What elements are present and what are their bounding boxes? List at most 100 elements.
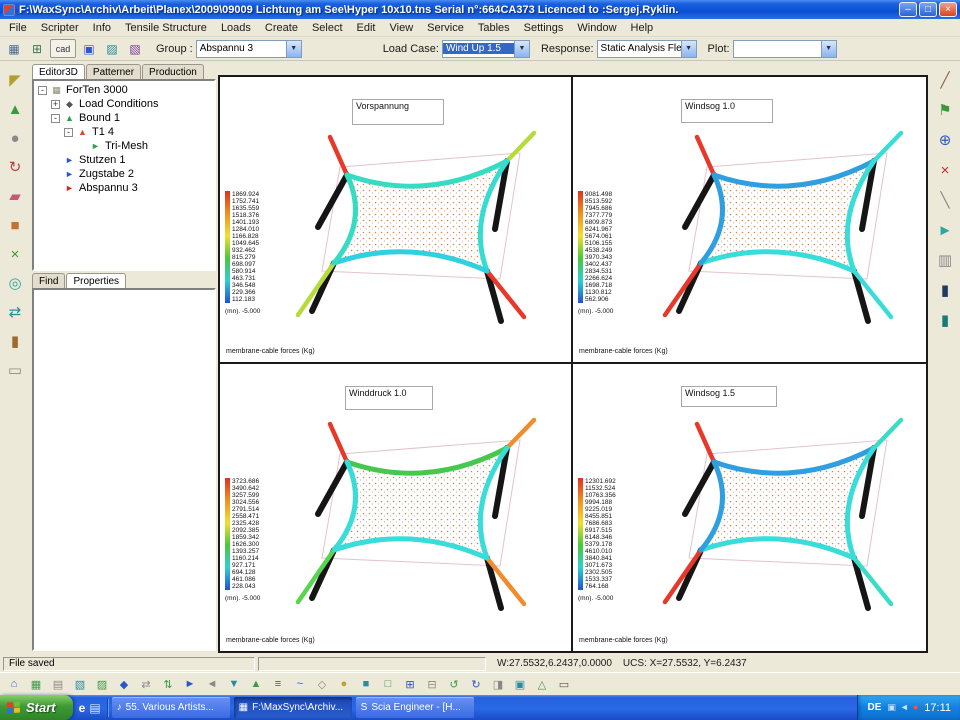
home-icon[interactable]: ⌂ — [4, 675, 24, 693]
tree-item-forten-3000[interactable]: -▦ForTen 3000 — [34, 83, 214, 97]
table-icon[interactable]: ▤ — [48, 675, 68, 693]
up-down-icon[interactable]: ⇅ — [158, 675, 178, 693]
taskbar-item-scia-engineer-h[interactable]: SScia Engineer - [H... — [356, 697, 474, 718]
tab-properties[interactable]: Properties — [66, 273, 126, 288]
properties-panel[interactable] — [32, 288, 216, 651]
tree-item-stutzen-1[interactable]: ►Stutzen 1 — [34, 153, 214, 167]
back-icon[interactable]: ◄ — [202, 675, 222, 693]
titlebar[interactable]: F:\WaxSync\Archiv\Arbeit\Planex\2009\090… — [0, 0, 960, 19]
expand-icon[interactable]: + — [51, 100, 60, 109]
menu-tables[interactable]: Tables — [471, 20, 517, 36]
nodes-icon[interactable]: ⊞ — [27, 39, 47, 58]
internet-explorer-icon[interactable]: e — [79, 701, 86, 715]
menu-info[interactable]: Info — [86, 20, 118, 36]
sphere-icon[interactable]: ● — [3, 127, 27, 149]
chevron-down-icon[interactable]: ▼ — [821, 41, 836, 57]
keyboard-layout-indicator[interactable]: DE — [868, 702, 882, 713]
cad-toggle-button[interactable]: cad — [50, 39, 76, 58]
frame-icon[interactable]: □ — [378, 675, 398, 693]
down-icon[interactable]: ▼ — [224, 675, 244, 693]
tree-item-tri-mesh[interactable]: ►Tri-Mesh — [34, 139, 214, 153]
chevron-down-icon[interactable]: ▼ — [286, 41, 301, 57]
menu-file[interactable]: File — [2, 20, 34, 36]
wave-icon[interactable]: ~ — [290, 675, 310, 693]
alert-tray-icon[interactable]: ● — [913, 702, 918, 713]
render-view-icon[interactable]: ▨ — [102, 39, 122, 58]
menu-icon[interactable]: ≡ — [268, 675, 288, 693]
viewport-windsog-1-5[interactable]: Windsog 1.5 12301.69211532.52410763.3569… — [573, 364, 926, 651]
barrel-icon[interactable]: ▮ — [3, 330, 27, 352]
chevron-down-icon[interactable]: ▼ — [681, 41, 696, 57]
square-icon[interactable]: ■ — [356, 675, 376, 693]
show-desktop-icon[interactable]: ▤ — [89, 701, 100, 715]
menu-window[interactable]: Window — [570, 20, 623, 36]
ruler-icon[interactable]: ╲ — [933, 189, 957, 211]
cone-icon[interactable]: ▲ — [3, 98, 27, 120]
start-button[interactable]: Start — [0, 695, 73, 720]
taskbar-item-55-various-artists[interactable]: ♪55. Various Artists... — [112, 697, 230, 718]
minus-grid-icon[interactable]: ⊟ — [422, 675, 442, 693]
bar-icon[interactable]: ▭ — [554, 675, 574, 693]
tab-patterner[interactable]: Patterner — [86, 64, 141, 79]
group-select[interactable]: Abspannu 3 ▼ — [196, 40, 302, 58]
menu-scripter[interactable]: Scripter — [34, 20, 86, 36]
tab-production[interactable]: Production — [142, 64, 204, 79]
preview-teal-icon[interactable]: ▮ — [933, 309, 957, 331]
loop-icon[interactable]: ◎ — [3, 272, 27, 294]
response-select[interactable]: Static Analysis Fle ▼ — [597, 40, 697, 58]
undo-icon[interactable]: ↺ — [444, 675, 464, 693]
display-tray-icon[interactable]: ▣ — [887, 702, 896, 713]
tree-item-abspannu-3[interactable]: ►Abspannu 3 — [34, 181, 214, 195]
delete-icon[interactable]: × — [933, 159, 957, 181]
viewport-windsog-1-0[interactable]: Windsog 1.0 9081.4988513.5927945.6867377… — [573, 77, 926, 364]
swap-icon[interactable]: ⇄ — [3, 301, 27, 323]
selection-grid-icon[interactable]: ▦ — [4, 39, 24, 58]
load-case-select[interactable]: Wind Up 1.5 ▼ — [442, 40, 530, 58]
up-icon[interactable]: ▲ — [246, 675, 266, 693]
volume-tray-icon[interactable]: ◄ — [900, 702, 909, 713]
pencil-icon[interactable]: ╱ — [933, 69, 957, 91]
plus-grid-icon[interactable]: ⊞ — [400, 675, 420, 693]
tree-item-load-conditions[interactable]: +◆Load Conditions — [34, 97, 214, 111]
preview-dark-icon[interactable]: ▮ — [933, 279, 957, 301]
collapse-icon[interactable]: - — [64, 128, 73, 137]
close-button[interactable]: × — [939, 2, 957, 17]
tree-item-t1-4[interactable]: -▲T1 4 — [34, 125, 214, 139]
axes-view-icon[interactable]: ◤ — [3, 69, 27, 91]
menu-settings[interactable]: Settings — [517, 20, 571, 36]
menu-edit[interactable]: Edit — [350, 20, 383, 36]
rotate-icon[interactable]: ↻ — [3, 156, 27, 178]
panel-icon[interactable]: ▥ — [933, 249, 957, 271]
save-icon[interactable]: ▣ — [79, 39, 99, 58]
maximize-button[interactable]: □ — [919, 2, 937, 17]
tab-editor3d[interactable]: Editor3D — [32, 64, 85, 79]
menu-view[interactable]: View — [383, 20, 421, 36]
collapse-icon[interactable]: - — [38, 86, 47, 95]
menu-service[interactable]: Service — [420, 20, 471, 36]
tab-find[interactable]: Find — [32, 273, 65, 288]
diamond-icon[interactable]: ◇ — [312, 675, 332, 693]
play-icon[interactable]: ► — [180, 675, 200, 693]
flag-icon[interactable]: ⚑ — [933, 99, 957, 121]
box-icon[interactable]: ▣ — [510, 675, 530, 693]
tree-item-zugstabe-2[interactable]: ►Zugstabe 2 — [34, 167, 214, 181]
grid-icon[interactable]: ▦ — [26, 675, 46, 693]
half-icon[interactable]: ◨ — [488, 675, 508, 693]
layers-icon[interactable]: ▧ — [70, 675, 90, 693]
plot-select[interactable]: ▼ — [733, 40, 837, 58]
redo-icon[interactable]: ↻ — [466, 675, 486, 693]
link-icon[interactable]: ⇄ — [136, 675, 156, 693]
viewport-winddruck-1-0[interactable]: Winddruck 1.0 3723.6863490.6423257.59930… — [220, 364, 573, 651]
collapse-icon[interactable]: - — [51, 114, 60, 123]
arrow-tool-icon[interactable]: ► — [933, 219, 957, 241]
menu-tensile-structure[interactable]: Tensile Structure — [118, 20, 214, 36]
zoom-icon[interactable]: ⊕ — [933, 129, 957, 151]
box-tool-icon[interactable]: ■ — [3, 214, 27, 236]
dot-icon[interactable]: ● — [334, 675, 354, 693]
ribbon-icon[interactable]: ▰ — [3, 185, 27, 207]
clock[interactable]: 17:11 — [924, 702, 951, 714]
chevron-down-icon[interactable]: ▼ — [514, 41, 529, 57]
menu-help[interactable]: Help — [624, 20, 661, 36]
taskbar-item-f-maxsync-archiv[interactable]: ▦F:\MaxSync\Archiv... — [234, 697, 352, 718]
menu-loads[interactable]: Loads — [214, 20, 258, 36]
